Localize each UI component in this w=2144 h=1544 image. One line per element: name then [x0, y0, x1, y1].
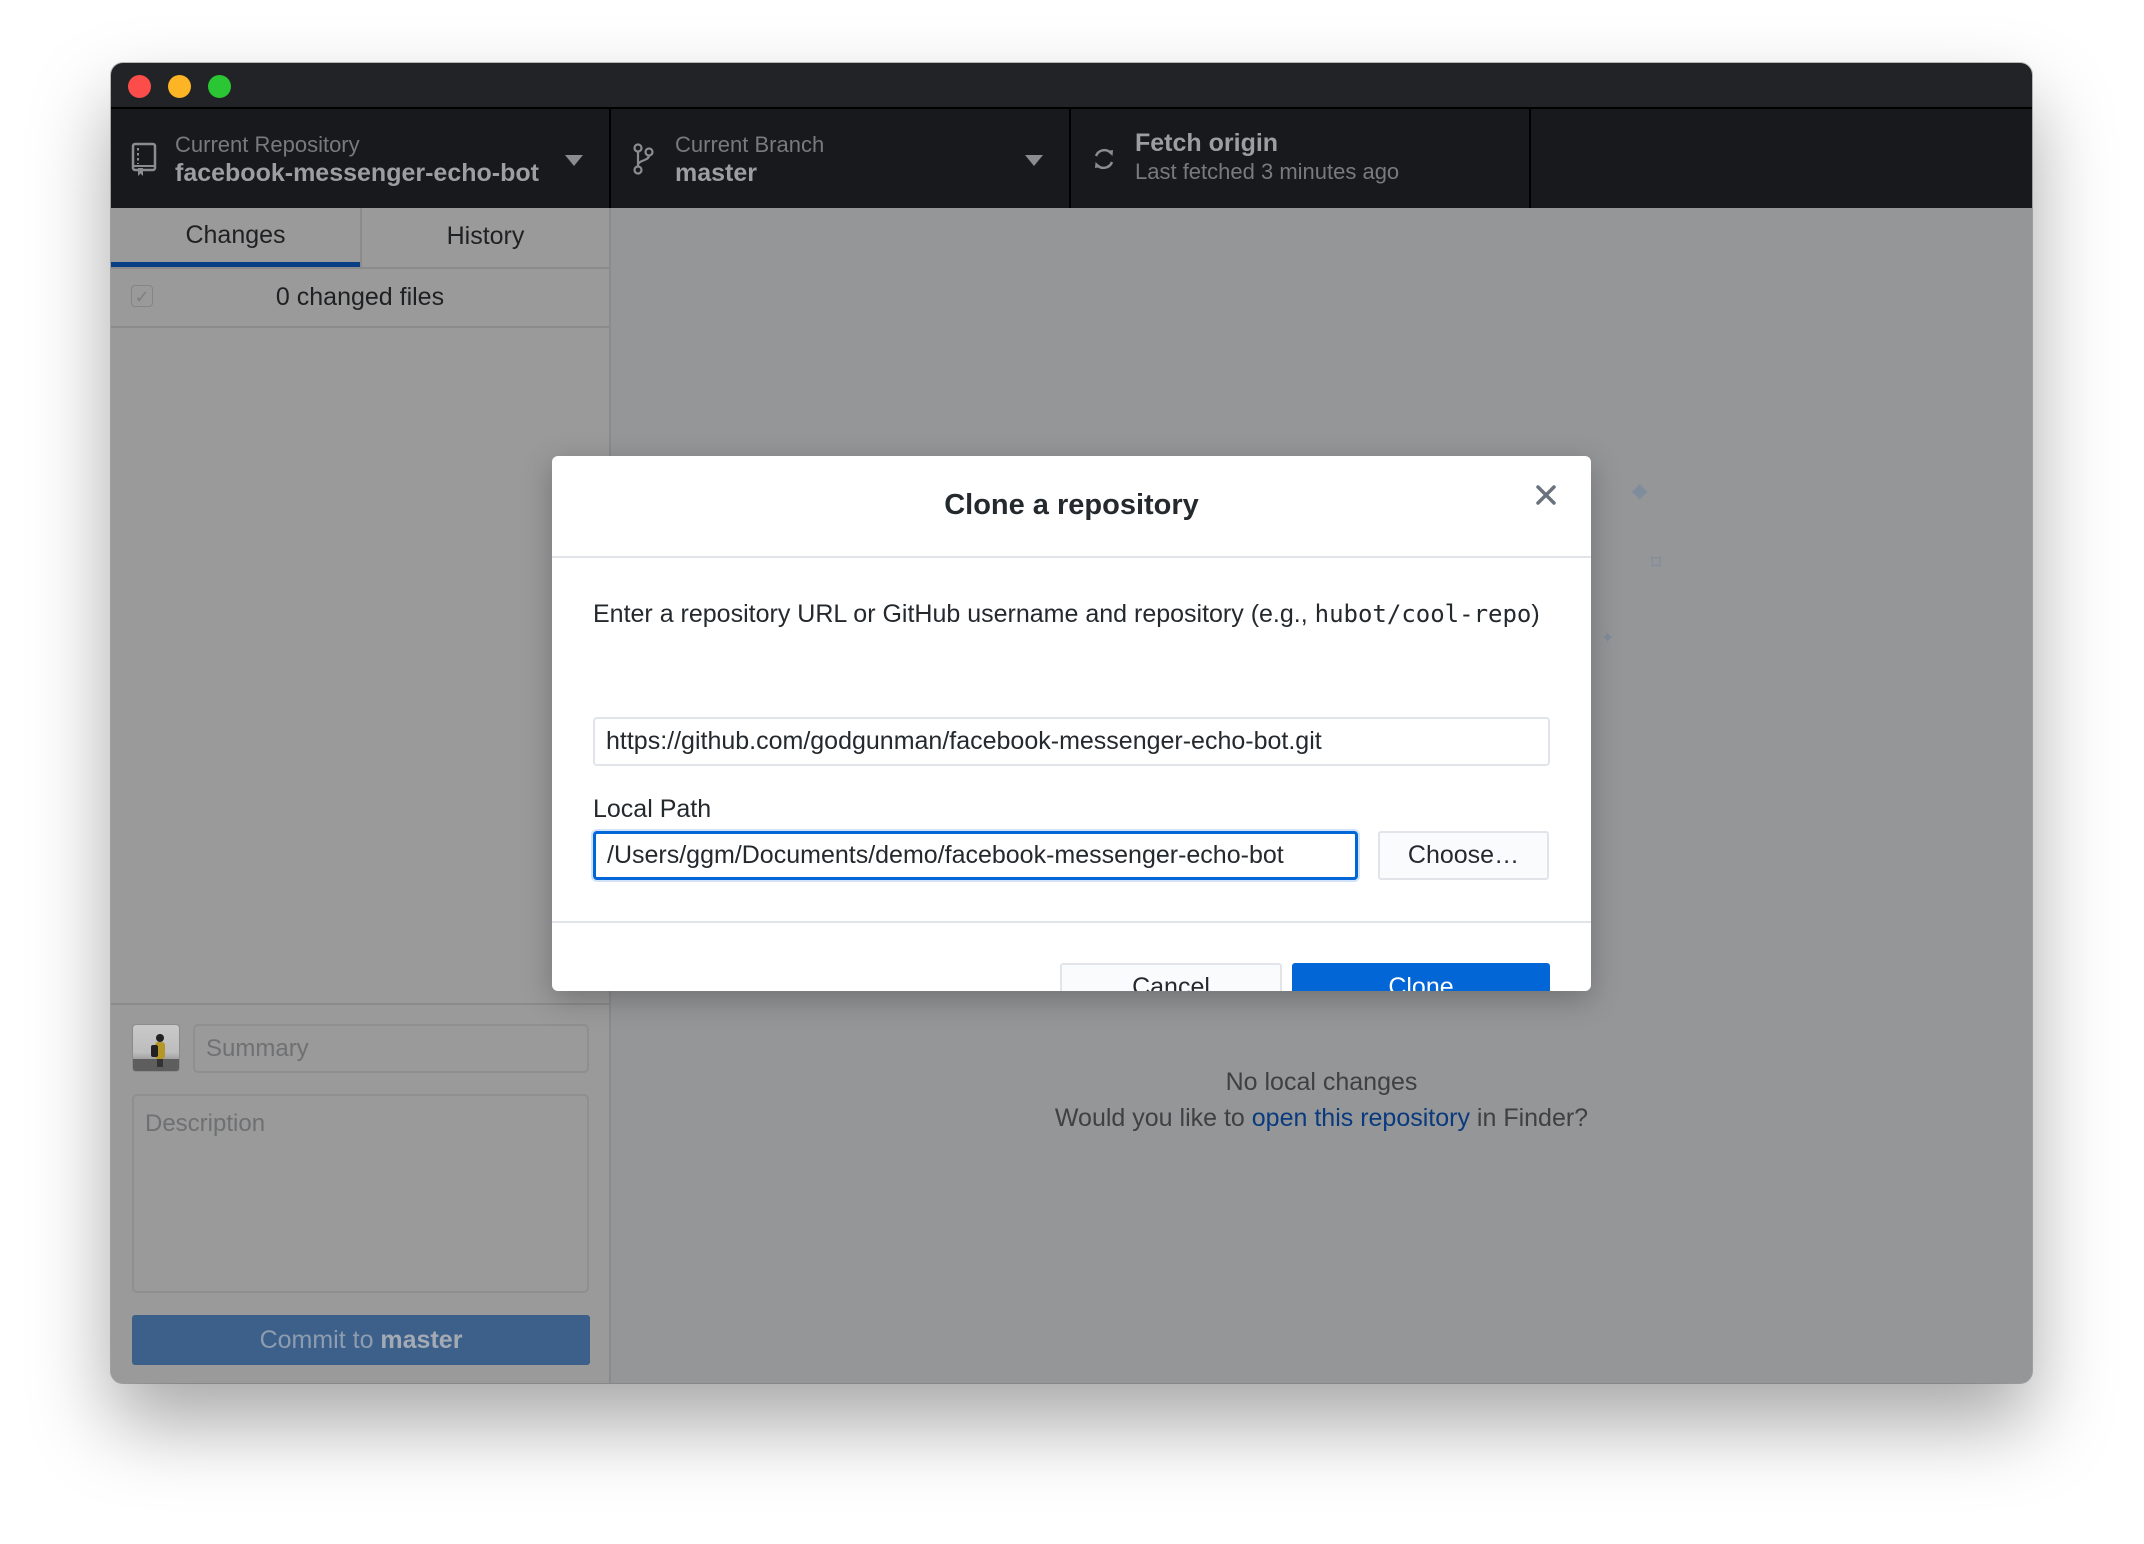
current-repository-label: Current Repository	[175, 132, 360, 157]
sparkle-icon: ⌑	[1651, 552, 1662, 574]
commit-message-area: Summary Description Commit to master	[111, 1003, 609, 1383]
current-repository-name: facebook-messenger-echo-bot	[175, 159, 539, 187]
chevron-down-icon	[565, 155, 583, 166]
dialog-body: Enter a repository URL or GitHub usernam…	[552, 558, 1591, 923]
changed-files-header: ✓ 0 changed files	[111, 269, 609, 328]
prompt-text: Enter a repository URL or GitHub usernam…	[593, 600, 1315, 628]
repository-url-input[interactable]: https://github.com/godgunman/facebook-me…	[593, 717, 1550, 766]
sync-icon	[1094, 148, 1114, 170]
git-branch-icon	[633, 143, 654, 175]
sparkle-icon: ◆	[1632, 480, 1648, 502]
open-in-finder-prompt: Would you like to open this repository i…	[611, 1104, 2032, 1133]
sidebar: Changes History ✓ 0 changed files Summar…	[111, 208, 611, 1383]
no-local-changes-title: No local changes	[1225, 1068, 1418, 1096]
commit-button[interactable]: Commit to master	[132, 1315, 590, 1365]
local-path-label: Local Path	[593, 795, 712, 823]
current-branch-name: master	[675, 159, 757, 187]
open-prompt-after: in Finder?	[1469, 1104, 1589, 1132]
choose-button[interactable]: Choose…	[1378, 831, 1549, 880]
open-prompt-before: Would you like to	[1054, 1104, 1252, 1132]
close-icon[interactable]	[1529, 478, 1563, 512]
sidebar-tabs: Changes History	[111, 208, 609, 269]
user-avatar	[132, 1024, 180, 1072]
title-bar	[111, 63, 2032, 109]
local-path-input[interactable]: /Users/ggm/Documents/demo/facebook-messe…	[593, 831, 1358, 880]
clone-repository-dialog: Clone a repository Enter a repository UR…	[552, 456, 1591, 991]
tab-changes[interactable]: Changes	[111, 208, 360, 267]
tab-history[interactable]: History	[360, 208, 609, 267]
last-fetched-text: Last fetched 3 minutes ago	[1135, 159, 1400, 184]
window-close-button[interactable]	[128, 75, 151, 98]
commit-description-input[interactable]: Description	[132, 1094, 589, 1293]
chevron-down-icon	[1025, 155, 1043, 166]
dialog-header: Clone a repository	[552, 456, 1591, 558]
avatar-image	[133, 1034, 179, 1071]
app-window: Current Repository facebook-messenger-ec…	[111, 63, 2032, 1383]
current-repository-dropdown[interactable]: Current Repository facebook-messenger-ec…	[111, 109, 611, 208]
sparkle-icon: ✦	[1601, 630, 1615, 647]
toolbar: Current Repository facebook-messenger-ec…	[111, 109, 2032, 208]
window-maximize-button[interactable]	[208, 75, 231, 98]
prompt-close: )	[1531, 600, 1540, 628]
prompt-example: hubot/cool-repo	[1314, 600, 1532, 628]
fetch-origin-title: Fetch origin	[1135, 129, 1279, 157]
current-branch-dropdown[interactable]: Current Branch master	[611, 109, 1071, 208]
current-branch-label: Current Branch	[675, 132, 825, 157]
dialog-title: Clone a repository	[944, 489, 1199, 521]
clone-button[interactable]: Clone	[1292, 963, 1550, 991]
fetch-origin-button[interactable]: Fetch origin Last fetched 3 minutes ago	[1071, 109, 1531, 208]
repo-book-icon	[131, 142, 157, 176]
commit-summary-input[interactable]: Summary	[193, 1024, 589, 1073]
window-minimize-button[interactable]	[168, 75, 191, 98]
changed-files-count: 0 changed files	[275, 283, 445, 311]
commit-button-branch: master	[380, 1326, 463, 1354]
commit-button-prefix: Commit to	[259, 1326, 381, 1354]
cancel-button[interactable]: Cancel	[1060, 963, 1282, 991]
repository-url-label: Enter a repository URL or GitHub usernam…	[593, 600, 1540, 629]
open-repository-link[interactable]: open this repository	[1252, 1104, 1470, 1132]
